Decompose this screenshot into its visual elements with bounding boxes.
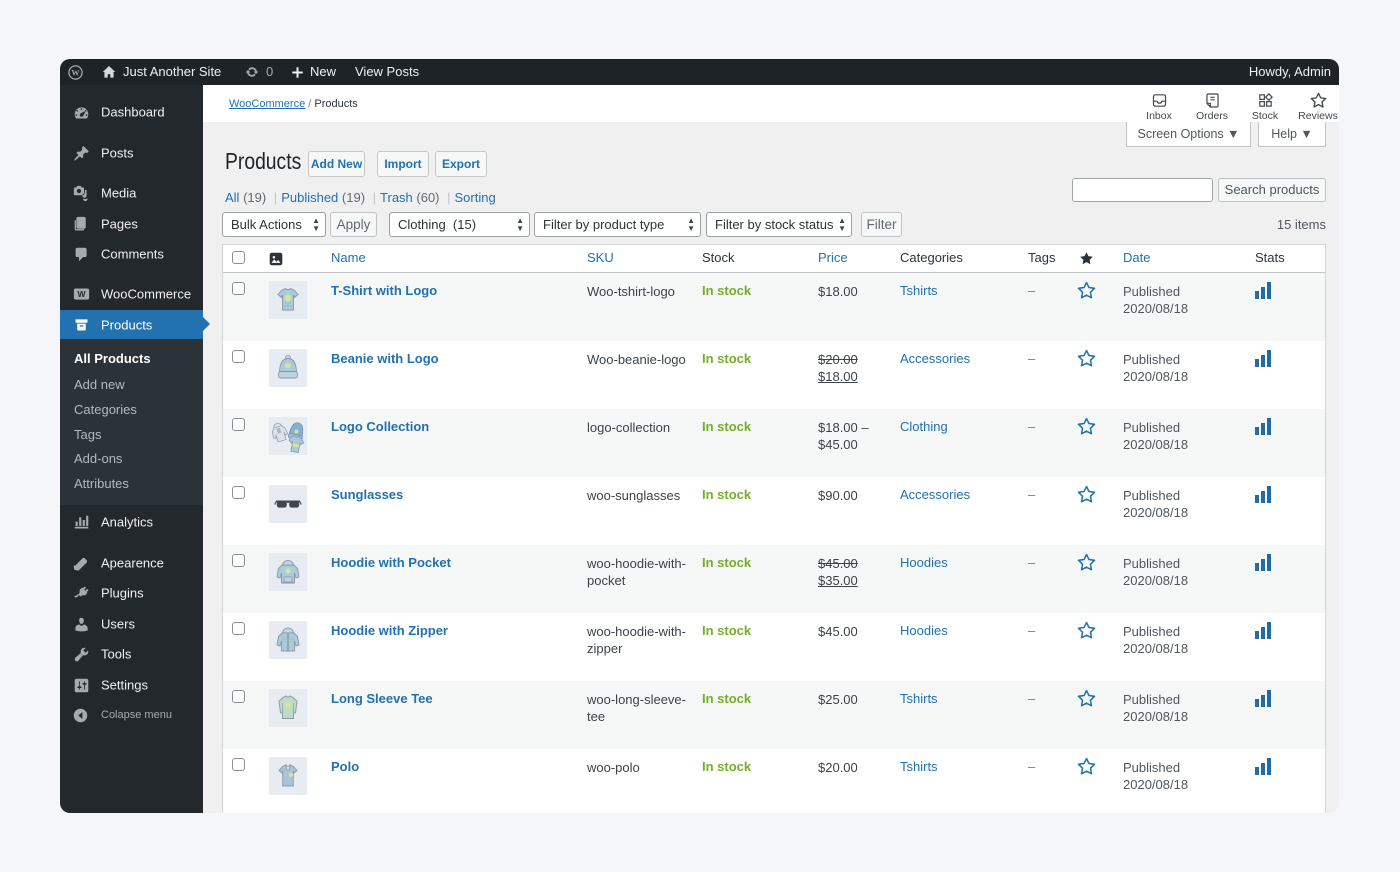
svg-text:W: W <box>77 289 86 299</box>
svg-text:W: W <box>71 69 80 78</box>
